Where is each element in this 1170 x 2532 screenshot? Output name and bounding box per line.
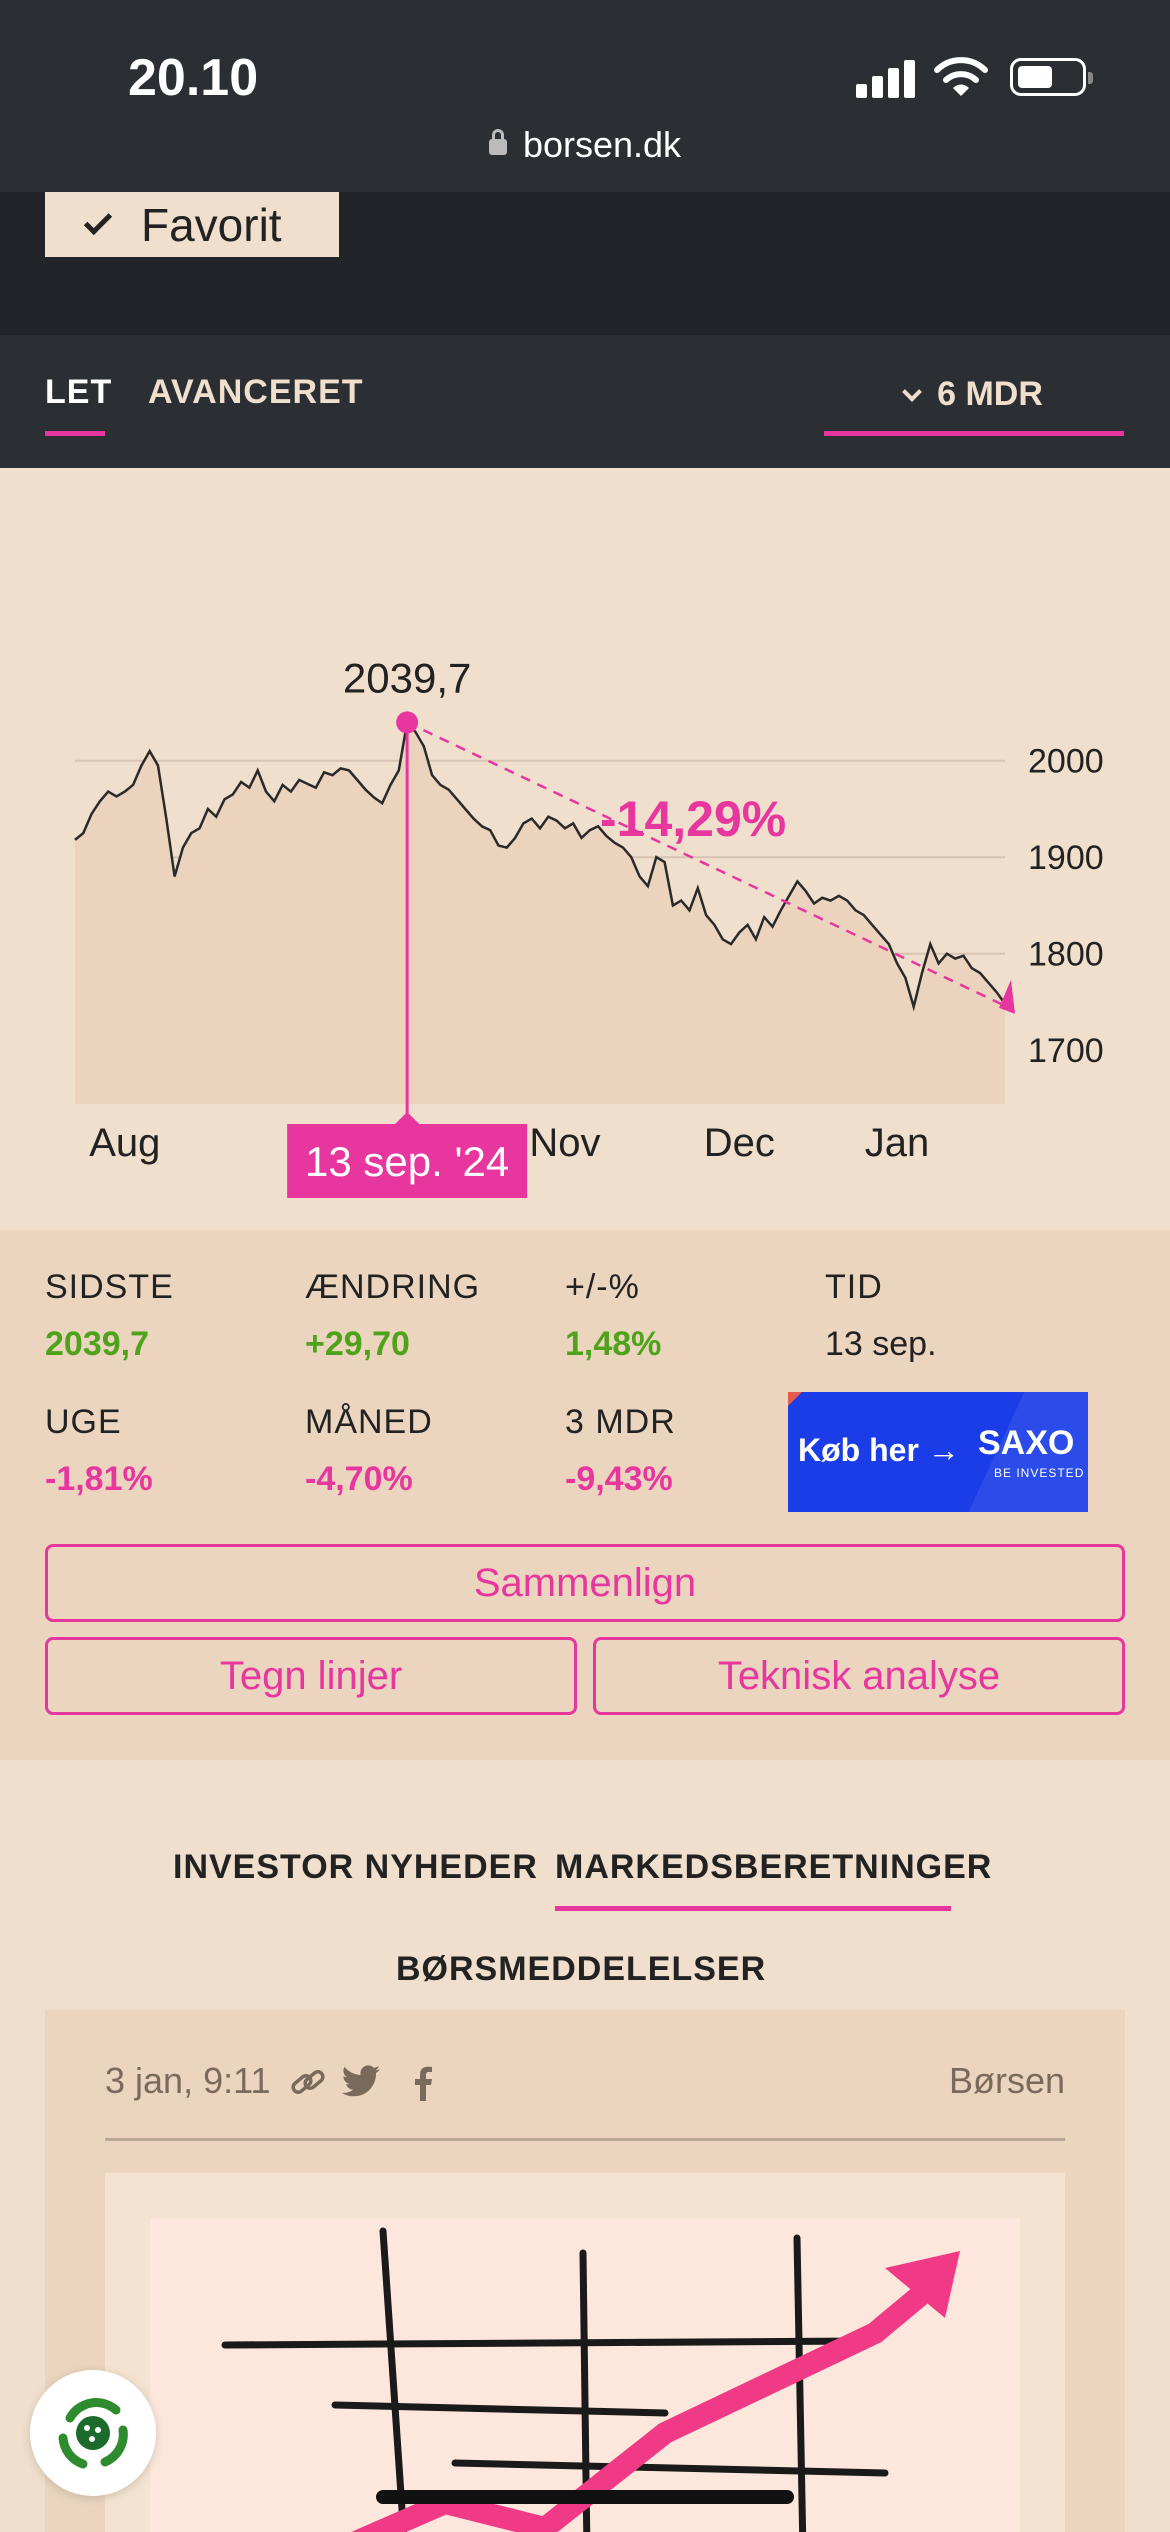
price-chart[interactable]: 2000 1900 1800 1700 Aug Nov Dec Jan -14,29% 20… <box>0 468 1170 1230</box>
stat-label: +/-% <box>565 1268 640 1306</box>
saxo-ad-banner[interactable]: Køb her → SAXO BE INVESTED <box>788 1392 1088 1512</box>
tegn-linjer-button[interactable]: Tegn linjer <box>45 1637 577 1715</box>
teknisk-analyse-button[interactable]: Teknisk analyse <box>593 1637 1125 1715</box>
signal-icon <box>856 58 916 98</box>
stat-value: 13 sep. <box>825 1325 937 1363</box>
stat-tid: TID 13 sep. <box>825 1268 937 1364</box>
peak-marker-dot[interactable] <box>396 711 419 734</box>
recycle-icon <box>58 2398 128 2469</box>
page: { "status_bar": { "time": "20.10", "url"… <box>0 0 1170 2532</box>
stat-value: -1,81% <box>45 1460 153 1498</box>
chart-tab-bar: LET AVANCERET 6 MDR <box>0 335 1170 468</box>
stat-label: MÅNED <box>305 1403 433 1441</box>
saxo-tagline: BE INVESTED <box>994 1466 1085 1480</box>
twitter-icon[interactable] <box>342 2065 382 2099</box>
active-tab-indicator <box>45 431 105 436</box>
clock: 20.10 <box>128 49 259 107</box>
stat-label: TID <box>825 1268 883 1306</box>
status-bar: 20.10 borsen.dk <box>0 0 1170 192</box>
sammenlign-button[interactable]: Sammenlign <box>45 1544 1125 1622</box>
news-source: Børsen <box>948 2060 1065 2101</box>
y-tick-label: 1800 <box>1028 936 1104 974</box>
tab-avanceret[interactable]: AVANCERET <box>148 373 364 412</box>
chevron-down-icon <box>902 382 922 402</box>
tab-let[interactable]: LET <box>45 373 112 412</box>
address-bar[interactable]: borsen.dk <box>0 124 1170 166</box>
stat-label: 3 MDR <box>565 1403 676 1441</box>
saxo-logo: SAXO <box>978 1424 1075 1462</box>
news-card[interactable]: 3 jan, 9:11 Børsen <box>45 2010 1125 2532</box>
x-tick-label: Dec <box>704 1121 775 1165</box>
stat-3mdr: 3 MDR -9,43% <box>565 1403 676 1499</box>
y-tick-label: 1900 <box>1028 839 1104 877</box>
stat-aendring: ÆNDRING +29,70 <box>305 1268 480 1364</box>
stat-value: +29,70 <box>305 1325 410 1363</box>
x-tick-label: Nov <box>529 1121 600 1165</box>
recycle-widget-button[interactable] <box>30 2370 156 2496</box>
y-tick-label: 2000 <box>1028 743 1104 781</box>
checkmark-icon <box>83 206 113 235</box>
stat-value: -9,43% <box>565 1460 673 1498</box>
stat-label: UGE <box>45 1403 122 1441</box>
y-tick-label: 1700 <box>1028 1032 1104 1070</box>
stat-label: ÆNDRING <box>305 1268 481 1306</box>
url-text: borsen.dk <box>522 124 682 165</box>
facebook-icon[interactable] <box>411 2065 435 2101</box>
period-label: 6 MDR <box>937 375 1043 413</box>
stat-sidste: SIDSTE 2039,7 <box>45 1268 174 1364</box>
stat-maaned: MÅNED -4,70% <box>305 1403 433 1499</box>
key-figures: SIDSTE 2039,7 ÆNDRING +29,70 +/-% 1,48% … <box>0 1230 1170 1760</box>
favorit-label: Favorit <box>141 198 282 251</box>
stat-value: -4,70% <box>305 1460 413 1498</box>
period-underline <box>824 431 1124 436</box>
stat-label: SIDSTE <box>45 1268 174 1306</box>
divider <box>105 2138 1065 2141</box>
change-percent-label: -14,29% <box>600 791 786 847</box>
news-timestamp: 3 jan, 9:11 <box>105 2060 271 2101</box>
tab-investor-nyheder[interactable]: INVESTOR NYHEDER <box>173 1848 538 1887</box>
news-image <box>105 2173 1065 2532</box>
chart-area-fill <box>75 722 1005 1104</box>
tab-markedsberetninger[interactable]: MARKEDSBERETNINGER <box>555 1848 992 1887</box>
stat-pct: +/-% 1,48% <box>565 1268 661 1364</box>
active-news-tab-indicator <box>555 1906 951 1911</box>
chart-svg: 2000 1900 1800 1700 Aug Nov Dec Jan -14,29% 20… <box>74 654 1104 1198</box>
period-select[interactable]: 6 MDR <box>824 375 1124 435</box>
battery-icon <box>1010 58 1093 96</box>
home-indicator <box>376 2490 794 2504</box>
x-tick-label: Jan <box>865 1121 930 1165</box>
chart-illustration <box>150 2218 1020 2532</box>
favorit-button[interactable]: Favorit <box>45 192 339 257</box>
date-badge-pointer <box>395 1112 420 1124</box>
peak-value-label: 2039,7 <box>343 654 471 701</box>
ad-cta: Køb her → <box>798 1432 960 1468</box>
date-badge-label: 13 sep. '24 <box>305 1138 509 1185</box>
tab-borsmeddelelser[interactable]: BØRSMEDDELELSER <box>396 1950 766 1989</box>
link-icon[interactable] <box>288 2065 328 2101</box>
x-tick-label: Aug <box>89 1121 160 1165</box>
wifi-icon <box>934 57 988 96</box>
stat-uge: UGE -1,81% <box>45 1403 153 1499</box>
lock-icon <box>488 129 507 155</box>
stat-value: 2039,7 <box>45 1325 149 1363</box>
stat-value: 1,48% <box>565 1325 662 1363</box>
